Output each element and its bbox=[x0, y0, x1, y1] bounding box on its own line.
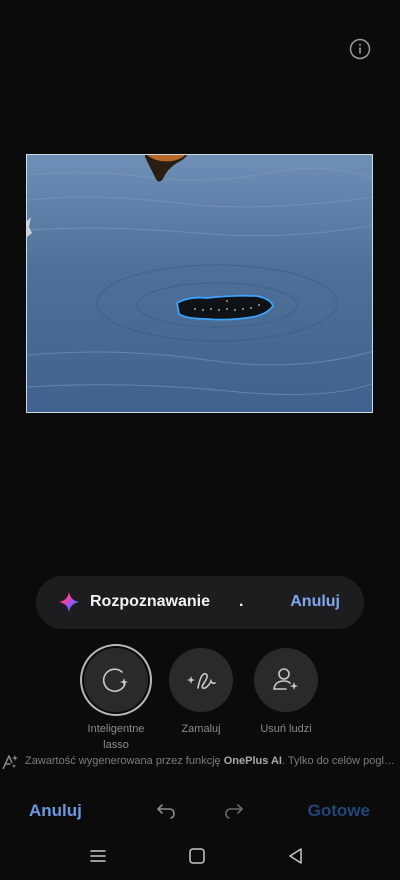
home-icon[interactable] bbox=[187, 846, 207, 866]
remove-people-icon bbox=[273, 668, 298, 690]
tool-remove-people[interactable] bbox=[254, 648, 318, 712]
done-button[interactable]: Gotowe bbox=[308, 801, 370, 821]
cancel-recognition-button[interactable]: Anuluj bbox=[290, 593, 340, 611]
paint-over-icon bbox=[187, 672, 216, 689]
disclaimer-text: Zawartość wygenerowana przez funkcję One… bbox=[25, 755, 397, 767]
recognition-status-pill: Rozpoznawanie . Anuluj bbox=[36, 576, 364, 629]
ai-sparkle-icon bbox=[59, 592, 79, 612]
tool-paint-over[interactable] bbox=[169, 648, 233, 712]
tool-label-remove-people: Usuń ludzi bbox=[260, 723, 312, 735]
info-icon bbox=[349, 38, 371, 60]
tool-label-smart-lasso: Inteligentne lasso bbox=[87, 723, 145, 751]
status-progress-dots: . bbox=[239, 593, 244, 610]
ai-generated-icon bbox=[2, 755, 18, 770]
tool-label-paint-over: Zamaluj bbox=[181, 723, 221, 735]
system-navigation-bar bbox=[0, 840, 400, 872]
undo-icon[interactable] bbox=[154, 799, 178, 823]
back-icon[interactable] bbox=[286, 846, 306, 866]
water-photo bbox=[27, 155, 372, 412]
tool-smart-lasso[interactable] bbox=[84, 648, 148, 712]
photo-canvas[interactable] bbox=[26, 154, 373, 413]
cancel-button[interactable]: Anuluj bbox=[29, 801, 82, 821]
info-button[interactable] bbox=[349, 38, 371, 60]
smart-lasso-icon bbox=[102, 668, 128, 693]
ai-disclaimer: Zawartość wygenerowana przez funkcję One… bbox=[0, 752, 400, 772]
redo-icon[interactable] bbox=[222, 799, 246, 823]
status-text: Rozpoznawanie bbox=[90, 593, 211, 610]
recent-apps-icon[interactable] bbox=[88, 846, 108, 866]
editor-bottom-bar: Anuluj Gotowe bbox=[0, 796, 400, 828]
